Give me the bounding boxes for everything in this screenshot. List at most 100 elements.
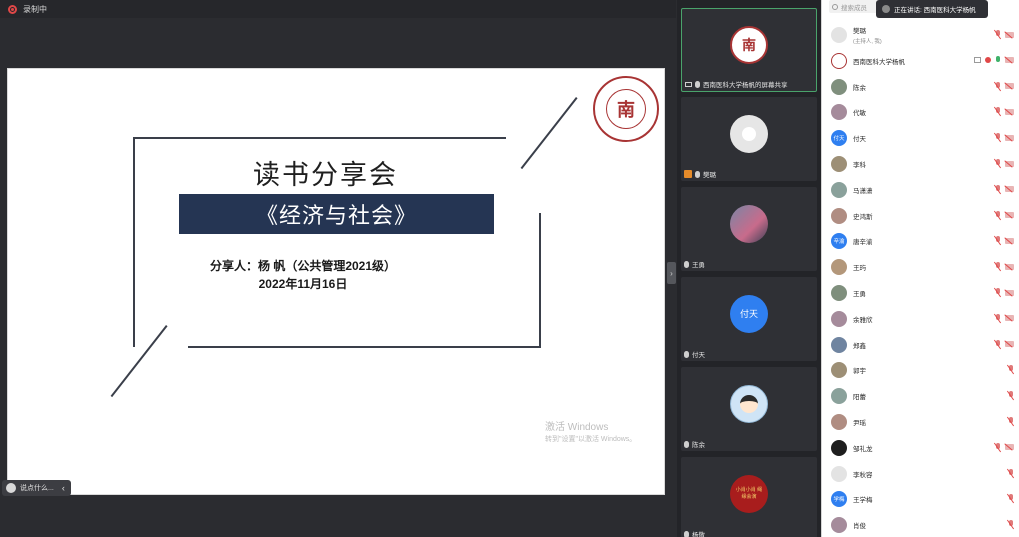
participant-name: 李秋容	[853, 471, 873, 479]
camera-off-icon[interactable]	[1005, 134, 1014, 141]
participants-panel: 搜索成员 正在讲话: 西南医科大学杨帆 樊璐 (主持人, 我) 西南医科大学杨帆 陈余…	[821, 0, 1019, 537]
avatar: 小肖小肖 绳缘会演	[730, 474, 768, 513]
mic-icon	[684, 350, 689, 358]
participant-name: 陈余	[853, 84, 866, 92]
camera-off-icon[interactable]	[1005, 237, 1014, 244]
mic-muted-icon[interactable]	[995, 184, 1001, 194]
mic-muted-icon[interactable]	[1008, 417, 1014, 426]
mic-muted-icon[interactable]	[995, 81, 1001, 91]
video-tile[interactable]: 王勇	[681, 187, 817, 271]
mic-muted-icon[interactable]	[995, 288, 1001, 297]
camera-off-icon[interactable]	[1005, 212, 1014, 219]
mic-muted-icon[interactable]	[1008, 520, 1014, 529]
participant-row[interactable]: 邹礼龙	[822, 435, 1019, 461]
camera-off-icon[interactable]	[1005, 263, 1014, 270]
avatar	[831, 362, 847, 379]
avatar: 学梅	[831, 491, 847, 508]
mic-muted-icon[interactable]	[995, 313, 1001, 323]
participant-row[interactable]: 付天 付天	[822, 125, 1019, 151]
participant-status-icons	[995, 288, 1014, 297]
camera-off-icon[interactable]	[1005, 289, 1014, 296]
participant-row[interactable]: 郭宇	[822, 357, 1019, 383]
participant-name: 西南医科大学杨帆的屏幕共享	[703, 82, 788, 89]
mic-muted-icon[interactable]	[995, 159, 1001, 168]
tile-label: 付天	[684, 349, 705, 359]
participant-status-icons	[974, 55, 1014, 65]
participant-row[interactable]: 学梅 王学梅	[822, 486, 1019, 512]
mic-muted-icon[interactable]	[995, 210, 1001, 220]
video-tile[interactable]: 南西南医科大学杨帆的屏幕共享	[681, 8, 817, 92]
participant-row[interactable]: 阳蕾	[822, 383, 1019, 409]
mic-muted-icon[interactable]	[995, 236, 1001, 245]
camera-off-icon[interactable]	[1005, 57, 1014, 64]
mic-muted-icon[interactable]	[995, 133, 1001, 142]
participant-row[interactable]: 辛渝 唐辛渝	[822, 228, 1019, 254]
mic-muted-icon[interactable]	[1008, 365, 1014, 374]
participant-row[interactable]: 郑鑫	[822, 332, 1019, 358]
slide-title: 读书分享会	[253, 160, 398, 191]
video-tile[interactable]: 付天 付天	[681, 277, 817, 361]
mic-active-icon[interactable]	[995, 55, 1001, 65]
mic-muted-icon[interactable]	[995, 107, 1001, 116]
record-icon[interactable]	[985, 57, 991, 64]
participant-row[interactable]: 马潇潇	[822, 177, 1019, 203]
video-tile[interactable]: 陈余	[681, 367, 817, 451]
participant-name: 邹礼龙	[853, 445, 873, 453]
mic-muted-icon[interactable]	[995, 30, 1001, 39]
participant-row[interactable]: 陈余	[822, 74, 1019, 100]
participant-row[interactable]: 肖俊	[822, 512, 1019, 537]
video-tile[interactable]: 樊璐	[681, 97, 817, 181]
camera-off-icon[interactable]	[1005, 315, 1014, 322]
chevron-left-icon[interactable]: ‹	[62, 483, 65, 493]
camera-off-icon[interactable]	[1005, 108, 1014, 115]
camera-off-icon[interactable]	[1005, 186, 1014, 193]
chat-placeholder: 说点什么...	[20, 485, 54, 492]
slide-date: 2022年11月16日	[258, 277, 348, 291]
search-icon	[832, 3, 838, 10]
participant-name: 杨敬	[692, 532, 705, 537]
mic-muted-icon[interactable]	[1008, 468, 1014, 478]
participant-status-icons	[995, 107, 1014, 116]
university-seal-logo: 南	[593, 76, 659, 142]
participant-row[interactable]: 王玙	[822, 254, 1019, 280]
participant-row[interactable]: 尹瑶	[822, 409, 1019, 435]
chat-input-chip[interactable]: 说点什么... ‹	[2, 480, 71, 496]
video-tile[interactable]: 小肖小肖 绳缘会演杨敬	[681, 457, 817, 537]
search-input[interactable]: 搜索成员	[829, 0, 881, 13]
participant-row[interactable]: 余雅欣	[822, 306, 1019, 332]
book-title: 《经济与社会》	[179, 194, 494, 234]
mic-muted-icon[interactable]	[1008, 494, 1014, 503]
camera-off-icon[interactable]	[1005, 83, 1014, 90]
avatar	[831, 78, 847, 95]
participant-row[interactable]: 史鸿斯	[822, 203, 1019, 229]
shared-slide: 读书分享会 《经济与社会》 分享人：杨 帆（公共管理2021级） 2022年11…	[7, 68, 665, 495]
avatar	[831, 104, 847, 121]
camera-off-icon[interactable]	[1005, 31, 1014, 38]
participant-status-icons	[995, 442, 1014, 452]
video-tile-column: ⌄ 南西南医科大学杨帆的屏幕共享樊璐王勇付天付天陈余小肖小肖 绳缘会演杨敬	[677, 0, 821, 537]
mic-muted-icon[interactable]	[995, 339, 1001, 349]
screen-share-icon[interactable]	[974, 57, 981, 64]
participant-status-icons	[995, 236, 1014, 245]
camera-off-icon[interactable]	[1005, 444, 1014, 451]
avatar: 付天	[831, 130, 847, 147]
camera-off-icon[interactable]	[1005, 341, 1014, 348]
participant-name: 樊璐	[853, 28, 866, 35]
tile-label: 杨敬	[684, 529, 705, 537]
collapse-handle[interactable]: ›	[667, 262, 676, 284]
tile-label: 西南医科大学杨帆的屏幕共享	[685, 79, 788, 89]
participant-row[interactable]: 西南医科大学杨帆	[822, 48, 1019, 74]
participant-row[interactable]: 代敏	[822, 99, 1019, 125]
avatar	[831, 181, 847, 198]
participant-row[interactable]: 李秋容	[822, 461, 1019, 487]
mic-muted-icon[interactable]	[1008, 391, 1014, 400]
participant-row[interactable]: 李科	[822, 151, 1019, 177]
tile-label: 樊璐	[684, 169, 716, 179]
mic-muted-icon[interactable]	[995, 442, 1001, 452]
participant-name: 付天	[692, 352, 705, 359]
participant-row[interactable]: 樊璐 (主持人, 我)	[822, 22, 1019, 48]
camera-off-icon[interactable]	[1005, 160, 1014, 167]
participant-name: 王玙	[853, 265, 866, 273]
participant-row[interactable]: 王勇	[822, 280, 1019, 306]
mic-muted-icon[interactable]	[995, 262, 1001, 271]
